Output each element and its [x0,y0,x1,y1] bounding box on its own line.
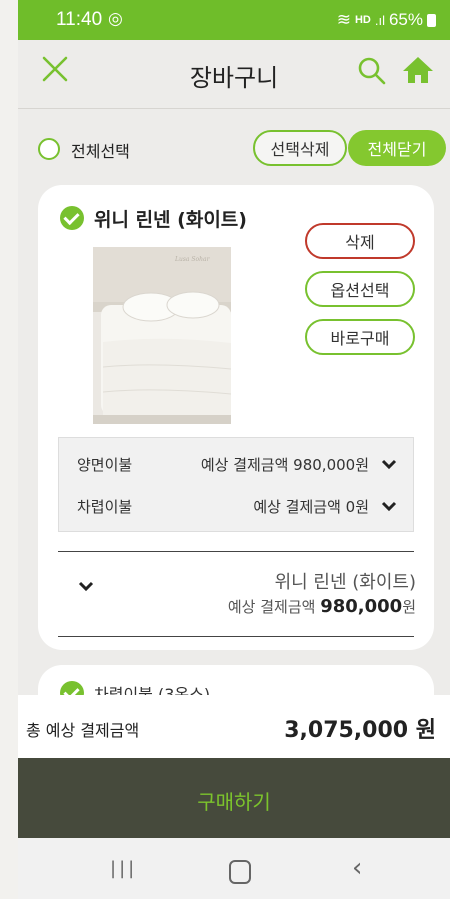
item-check-icon[interactable] [60,206,84,230]
status-right: ≋ HD .ıl 65% [337,10,436,30]
item-name: 위니 린넨 (화이트) [94,209,247,231]
summary-price: 예상 결제금액 980,000원 [228,596,416,617]
battery-icon [427,13,436,27]
collapse-all-button[interactable]: 전체닫기 [348,130,446,166]
divider [58,551,414,552]
image-brand-text: Lusa Sohar [174,256,211,263]
chevron-down-icon[interactable] [381,457,397,475]
option-list: 양면이불 예상 결제금액 980,000원 차렵이불 예상 결제금액 0원 [58,437,414,532]
back-icon[interactable]: ‹ [352,853,362,883]
status-bar: 11:40 ◎ ≋ HD .ıl 65% [18,0,450,40]
total-amount: 3,075,000 원 [284,718,436,743]
delete-button[interactable]: 삭제 [305,223,415,259]
system-nav-bar: ||| ‹ [18,838,450,899]
chevron-down-icon[interactable] [381,499,397,517]
wifi-icon: ≋ [336,10,351,29]
option-name: 차렵이불 [77,498,133,516]
select-bar: 전체선택 선택삭제 전체닫기 [18,110,450,180]
home-button-icon[interactable] [229,860,251,884]
purchase-button-label: 구매하기 [197,790,271,814]
total-label: 총 예상 결제금액 [26,721,140,740]
option-price: 예상 결제금액 980,000원 [200,456,369,474]
cart-item-card: 위니 린넨 (화이트) Lusa Sohar 삭제 옵션선택 바로구매 양면이불 [38,185,434,650]
delete-selected-button[interactable]: 선택삭제 [253,130,347,166]
battery-level: 65% [388,10,423,29]
summary-price-label: 예상 결제금액 [227,598,321,616]
buy-now-button[interactable]: 바로구매 [305,319,415,355]
summary-price-unit: 원 [402,598,416,616]
app-header: 장바구니 [18,40,450,109]
select-all-label[interactable]: 전체선택 [71,138,130,162]
app-frame: 11:40 ◎ ≋ HD .ıl 65% 장바구니 전체선택 선택삭제 전체닫기… [18,0,450,899]
search-icon[interactable] [357,56,387,90]
network-label: HD [354,14,371,26]
purchase-button[interactable]: 구매하기 [18,758,450,838]
summary-price-value: 980,000 [320,596,403,617]
recents-icon[interactable]: ||| [110,858,137,879]
option-select-button[interactable]: 옵션선택 [305,271,415,307]
signal-icon: .ıl [374,12,385,28]
total-bar: 총 예상 결제금액 3,075,000 원 [18,695,450,758]
option-row[interactable]: 차렵이불 예상 결제금액 0원 [59,486,415,526]
summary-item-name: 위니 린넨 (화이트) [274,572,416,593]
select-all-radio[interactable] [38,138,60,160]
product-image: Lusa Sohar [93,247,231,424]
home-icon[interactable] [402,55,434,89]
option-price: 예상 결제금액 0원 [253,498,369,516]
chevron-down-icon[interactable] [78,578,94,597]
alarm-icon: ◎ [108,9,123,29]
option-row[interactable]: 양면이불 예상 결제금액 980,000원 [59,444,415,484]
divider [58,636,414,637]
option-name: 양면이불 [77,456,133,474]
status-time: 11:40 [56,9,103,30]
